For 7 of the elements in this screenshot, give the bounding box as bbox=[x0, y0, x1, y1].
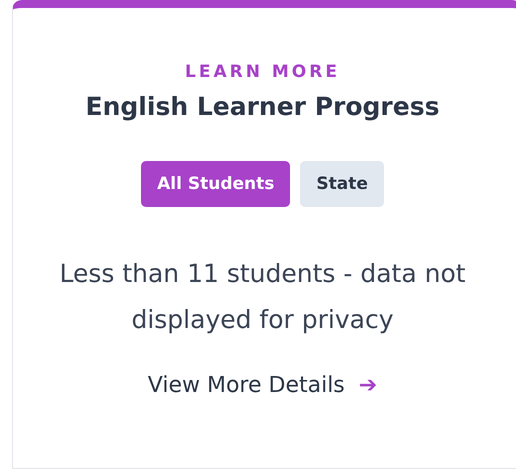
eyebrow-label: LEARN MORE bbox=[185, 62, 340, 82]
filter-tab[interactable]: State bbox=[300, 161, 384, 207]
filter-tab[interactable]: All Students bbox=[141, 161, 290, 207]
arrow-icon: ➔ bbox=[358, 373, 378, 398]
privacy-message: Less than 11 students - data not displayed for privacy bbox=[58, 258, 467, 336]
card-title: English Learner Progress bbox=[86, 92, 440, 121]
details-link[interactable]: View More Details ➔ bbox=[148, 373, 378, 398]
